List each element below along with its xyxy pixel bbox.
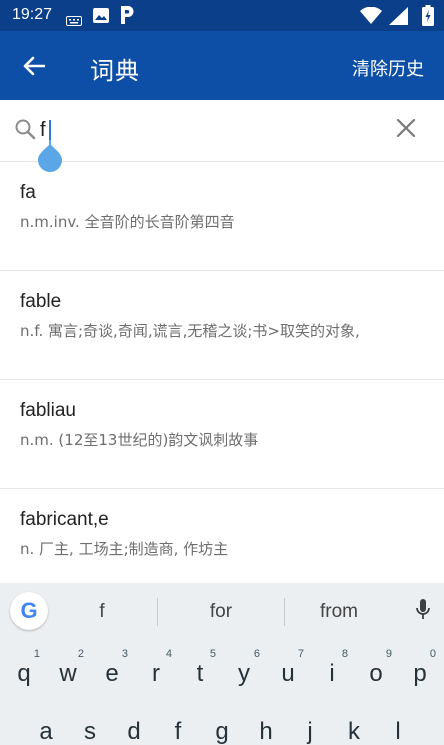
- signal-icon: [389, 7, 408, 29]
- key-j[interactable]: j: [290, 704, 330, 745]
- status-time: 19:27: [12, 6, 53, 23]
- key-u[interactable]: 7u: [268, 646, 308, 694]
- google-button[interactable]: G: [10, 592, 48, 630]
- image-icon: [93, 8, 109, 27]
- result-word: fabliau: [20, 400, 76, 421]
- divider: [284, 598, 285, 626]
- results-list: fa n.m.inv. 全音阶的长音阶第四音 fable n.f. 寓言;奇谈,…: [0, 162, 444, 583]
- key-a[interactable]: a: [26, 704, 66, 745]
- key-y[interactable]: 6y: [224, 646, 264, 694]
- page-title: 词典: [90, 57, 140, 85]
- key-s[interactable]: s: [70, 704, 110, 745]
- google-icon: G: [20, 598, 38, 623]
- key-l[interactable]: l: [378, 704, 418, 745]
- status-bar: 19:27: [0, 0, 444, 31]
- dictionary-screen: 19:27 词典 清除历史 f fa n.m.inv. 全音阶的长音阶第四音 f…: [0, 0, 444, 745]
- parking-icon: [119, 6, 135, 28]
- result-definition: n. 厂主, 工场主;制造商, 作坊主: [20, 540, 229, 558]
- key-q[interactable]: 1q: [4, 646, 44, 694]
- divider: [157, 598, 158, 626]
- suggestion-bar: G f for from: [0, 583, 444, 641]
- search-icon: [14, 118, 36, 144]
- result-definition: n.m.inv. 全音阶的长音阶第四音: [20, 213, 235, 231]
- suggestion-2[interactable]: for: [181, 601, 261, 623]
- key-e[interactable]: 3e: [92, 646, 132, 694]
- key-h[interactable]: h: [246, 704, 286, 745]
- mic-icon: [416, 599, 430, 619]
- result-word: fa: [20, 182, 36, 203]
- result-definition: n.m. (12至13世纪的)韵文讽刺故事: [20, 431, 259, 449]
- result-word: fabricant,e: [20, 509, 109, 530]
- key-p[interactable]: 0p: [400, 646, 440, 694]
- back-button[interactable]: [16, 49, 52, 83]
- list-item[interactable]: fable n.f. 寓言;奇谈,奇闻,谎言,无稽之谈;书>取笑的对象,: [0, 271, 444, 380]
- key-t[interactable]: 5t: [180, 646, 220, 694]
- key-f[interactable]: f: [158, 704, 198, 745]
- battery-icon: [422, 5, 434, 30]
- search-input[interactable]: [40, 114, 360, 146]
- key-w[interactable]: 2w: [48, 646, 88, 694]
- list-item[interactable]: fa n.m.inv. 全音阶的长音阶第四音: [0, 162, 444, 271]
- soft-keyboard: G f for from 1q 2w 3e 4r 5t 6y 7u 8i 9o …: [0, 583, 444, 745]
- result-word: fable: [20, 291, 62, 312]
- wifi-icon: [360, 6, 382, 28]
- back-arrow-icon: [23, 56, 45, 76]
- text-caret: [49, 120, 51, 142]
- search-bar: [0, 100, 444, 162]
- app-bar: 词典 清除历史: [0, 31, 444, 100]
- list-item[interactable]: fabricant,e n. 厂主, 工场主;制造商, 作坊主: [0, 489, 444, 583]
- keyboard-icon: [66, 11, 82, 30]
- key-o[interactable]: 9o: [356, 646, 396, 694]
- mic-button[interactable]: [416, 599, 430, 627]
- list-item[interactable]: fabliau n.m. (12至13世纪的)韵文讽刺故事: [0, 380, 444, 489]
- suggestion-3[interactable]: from: [299, 601, 379, 623]
- clear-history-button[interactable]: 清除历史: [352, 55, 424, 81]
- result-definition: n.f. 寓言;奇谈,奇闻,谎言,无稽之谈;书>取笑的对象,: [20, 322, 360, 340]
- key-d[interactable]: d: [114, 704, 154, 745]
- key-i[interactable]: 8i: [312, 646, 352, 694]
- key-k[interactable]: k: [334, 704, 374, 745]
- clear-search-button[interactable]: [396, 118, 416, 142]
- close-icon: [396, 118, 416, 138]
- cursor-handle[interactable]: [36, 140, 64, 172]
- suggestion-1[interactable]: f: [62, 601, 142, 623]
- key-g[interactable]: g: [202, 704, 242, 745]
- key-r[interactable]: 4r: [136, 646, 176, 694]
